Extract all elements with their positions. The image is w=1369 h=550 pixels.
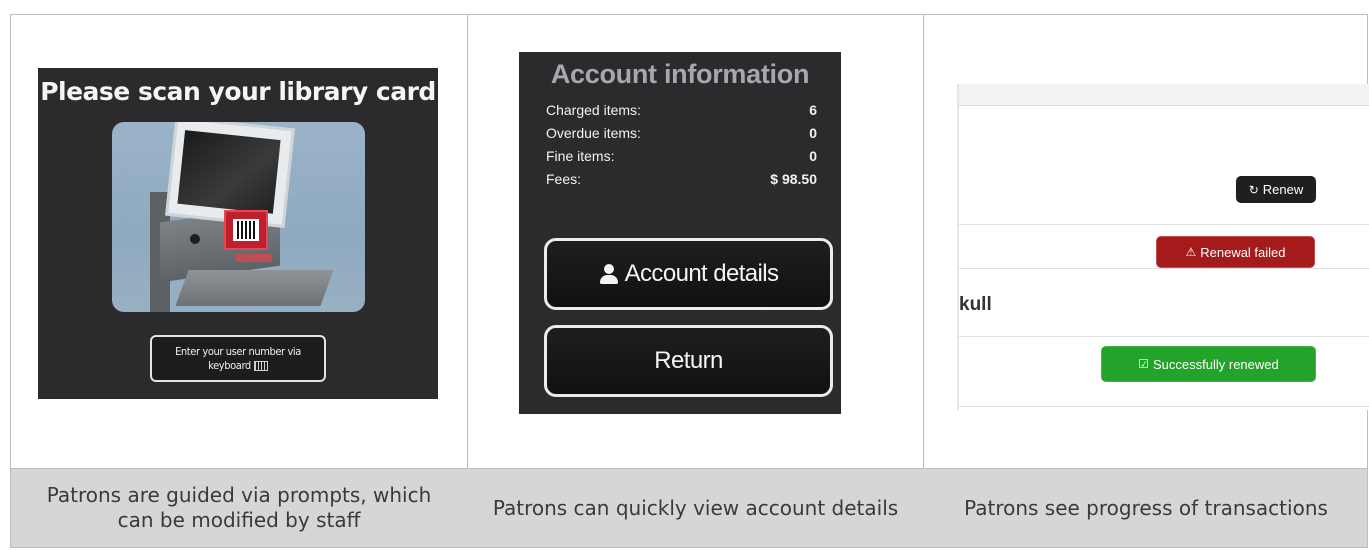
account-info-screen: Account information Charged items: 6 Ove… (519, 52, 841, 414)
row-separator (957, 224, 1369, 225)
return-label: Return (654, 347, 723, 374)
row-label: Overdue items: (546, 125, 641, 141)
renewal-failed-label: Renewal failed (1200, 244, 1286, 260)
barcode-icon (233, 219, 259, 241)
kiosk-illustration (112, 122, 365, 312)
scan-card-screen: Please scan your library card Enter your… (38, 68, 438, 399)
row-separator (957, 268, 1369, 269)
table-header-bar (957, 84, 1369, 106)
check-square-icon: ☑ (1138, 357, 1150, 371)
row-label: Charged items: (546, 102, 641, 118)
return-button[interactable]: Return (544, 325, 833, 397)
kiosk-shelf (175, 270, 334, 306)
keyboard-icon (253, 360, 268, 371)
fees-row: Fees: $ 98.50 (546, 171, 817, 191)
fine-items-row: Fine items: 0 (546, 148, 817, 168)
caption-progress: Patrons see progress of transactions (964, 495, 1328, 520)
row-value: 0 (809, 148, 817, 164)
renew-label: Renew (1262, 182, 1304, 197)
refresh-icon: ↻ (1248, 182, 1259, 197)
kiosk-screen (177, 130, 281, 214)
barcode-scanner-icon (224, 210, 268, 250)
enter-user-number-button[interactable]: Enter your user number via keyboard (150, 335, 326, 382)
renewal-failed-badge: ⚠ Renewal failed (1156, 236, 1315, 268)
kiosk-slot (190, 234, 200, 244)
warning-icon: ⚠ (1185, 245, 1197, 259)
row-value: 0 (809, 125, 817, 141)
charged-items-row: Charged items: 6 (546, 102, 817, 122)
scan-card-title: Please scan your library card (40, 77, 436, 106)
renew-button[interactable]: ↻ Renew (1236, 176, 1316, 203)
caption-prompts: Patrons are guided via prompts, which ca… (46, 483, 432, 532)
account-details-label: Account details (624, 260, 779, 287)
row-separator (957, 336, 1369, 337)
caption-row: Patrons are guided via prompts, which ca… (11, 469, 1367, 547)
row-label: Fine items: (546, 148, 615, 164)
row-value: $ 98.50 (770, 171, 817, 187)
enter-user-number-line1: Enter your user number via (175, 344, 301, 358)
item-title-partial: kull (959, 294, 992, 315)
transaction-progress-screen: ↻ Renew ⚠ Renewal failed kull ☑ Successfull… (957, 84, 1369, 410)
account-details-button[interactable]: Account details (544, 238, 833, 310)
success-badge: ☑ Successfully renewed (1101, 346, 1316, 382)
caption-account: Patrons can quickly view account details (492, 495, 899, 520)
row-label: Fees: (546, 171, 582, 187)
success-label: Successfully renewed (1153, 356, 1279, 372)
row-separator (957, 406, 1369, 407)
user-icon (599, 264, 619, 284)
overdue-items-row: Overdue items: 0 (546, 125, 817, 145)
enter-user-number-line2: keyboard (208, 358, 251, 372)
table-left-border (957, 84, 959, 410)
scanner-light (236, 254, 272, 262)
row-value: 6 (809, 102, 817, 118)
account-info-title: Account information (550, 59, 810, 89)
